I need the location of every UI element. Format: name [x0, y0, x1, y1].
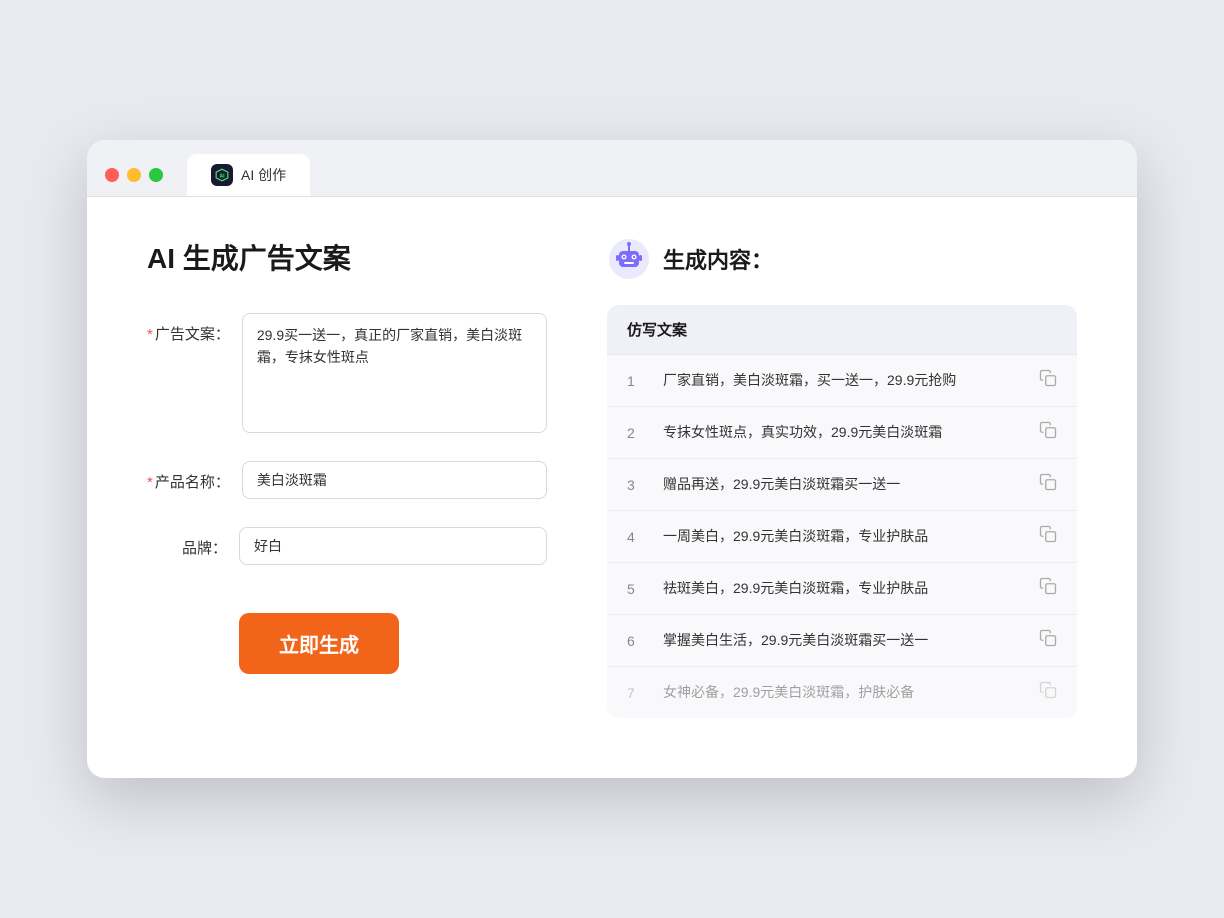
table-row: 6 掌握美白生活，29.9元美白淡斑霜买一送一	[607, 615, 1077, 667]
row-number: 2	[627, 425, 647, 441]
right-panel: 生成内容： 仿写文案 1 厂家直销，美白淡斑霜，买一送一，29.9元抢购 2 专抹女性…	[607, 237, 1077, 718]
brand-input[interactable]	[239, 527, 547, 565]
row-number: 7	[627, 685, 647, 701]
row-text: 女神必备，29.9元美白淡斑霜，护肤必备	[663, 682, 1023, 703]
browser-window: AI AI 创作 AI 生成广告文案 *广告文案： 29.9买一送一，真正的厂家…	[87, 140, 1137, 778]
copy-icon[interactable]	[1039, 525, 1057, 548]
brand-label: 品牌：	[147, 527, 227, 558]
row-number: 4	[627, 529, 647, 545]
tab-label: AI 创作	[241, 165, 286, 185]
robot-icon	[607, 237, 651, 281]
row-text: 专抹女性斑点，真实功效，29.9元美白淡斑霜	[663, 422, 1023, 443]
copy-icon[interactable]	[1039, 681, 1057, 704]
row-number: 3	[627, 477, 647, 493]
row-text: 一周美白，29.9元美白淡斑霜，专业护肤品	[663, 526, 1023, 547]
results-container: 1 厂家直销，美白淡斑霜，买一送一，29.9元抢购 2 专抹女性斑点，真实功效，29.…	[607, 355, 1077, 718]
brand-group: 品牌：	[147, 527, 547, 565]
copy-icon[interactable]	[1039, 421, 1057, 444]
result-header: 生成内容：	[607, 237, 1077, 281]
product-name-group: *产品名称：	[147, 461, 547, 499]
row-text: 祛斑美白，29.9元美白淡斑霜，专业护肤品	[663, 578, 1023, 599]
browser-titlebar: AI AI 创作	[87, 140, 1137, 197]
copy-icon[interactable]	[1039, 629, 1057, 652]
page-title: AI 生成广告文案	[147, 237, 547, 277]
svg-text:AI: AI	[219, 173, 225, 179]
required-mark-2: *	[147, 474, 153, 491]
maximize-button[interactable]	[149, 168, 163, 182]
minimize-button[interactable]	[127, 168, 141, 182]
table-row: 3 赠品再送，29.9元美白淡斑霜买一送一	[607, 459, 1077, 511]
close-button[interactable]	[105, 168, 119, 182]
table-row: 4 一周美白，29.9元美白淡斑霜，专业护肤品	[607, 511, 1077, 563]
copy-icon[interactable]	[1039, 369, 1057, 392]
ai-tab-icon: AI	[211, 164, 233, 186]
ai-creation-tab[interactable]: AI AI 创作	[187, 154, 310, 196]
row-number: 6	[627, 633, 647, 649]
row-number: 5	[627, 581, 647, 597]
copy-icon[interactable]	[1039, 577, 1057, 600]
required-mark: *	[147, 326, 153, 343]
ad-copy-input[interactable]: 29.9买一送一，真正的厂家直销，美白淡斑霜，专抹女性斑点	[242, 313, 547, 433]
table-row: 2 专抹女性斑点，真实功效，29.9元美白淡斑霜	[607, 407, 1077, 459]
ad-copy-label: *广告文案：	[147, 313, 230, 344]
table-row: 7 女神必备，29.9元美白淡斑霜，护肤必备	[607, 667, 1077, 718]
row-text: 掌握美白生活，29.9元美白淡斑霜买一送一	[663, 630, 1023, 651]
ad-copy-group: *广告文案： 29.9买一送一，真正的厂家直销，美白淡斑霜，专抹女性斑点	[147, 313, 547, 433]
row-text: 赠品再送，29.9元美白淡斑霜买一送一	[663, 474, 1023, 495]
result-title: 生成内容：	[663, 243, 773, 275]
left-panel: AI 生成广告文案 *广告文案： 29.9买一送一，真正的厂家直销，美白淡斑霜，…	[147, 237, 547, 718]
main-content: AI 生成广告文案 *广告文案： 29.9买一送一，真正的厂家直销，美白淡斑霜，…	[87, 197, 1137, 778]
row-number: 1	[627, 373, 647, 389]
table-header: 仿写文案	[607, 305, 1077, 355]
product-name-input[interactable]	[242, 461, 547, 499]
row-text: 厂家直销，美白淡斑霜，买一送一，29.9元抢购	[663, 370, 1023, 391]
product-name-label: *产品名称：	[147, 461, 230, 492]
traffic-lights	[105, 168, 163, 182]
generate-button[interactable]: 立即生成	[239, 613, 399, 674]
results-table: 仿写文案 1 厂家直销，美白淡斑霜，买一送一，29.9元抢购 2 专抹女性斑点，真实功…	[607, 305, 1077, 718]
table-row: 5 祛斑美白，29.9元美白淡斑霜，专业护肤品	[607, 563, 1077, 615]
table-row: 1 厂家直销，美白淡斑霜，买一送一，29.9元抢购	[607, 355, 1077, 407]
copy-icon[interactable]	[1039, 473, 1057, 496]
